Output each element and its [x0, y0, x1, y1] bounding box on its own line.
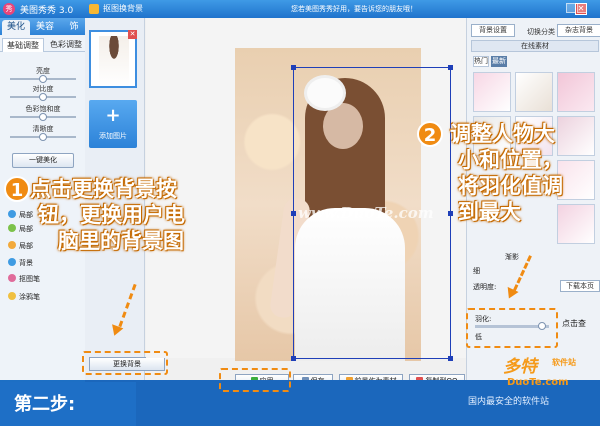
tool-doodle-pen[interactable]: 涂鸦笔: [8, 292, 40, 302]
brightness-slider[interactable]: [10, 75, 76, 83]
material-thumbnail[interactable]: [557, 204, 595, 244]
minimize-icon[interactable]: [566, 3, 576, 13]
background-settings-button[interactable]: 背景设置: [471, 24, 515, 37]
highlight-apply: [219, 368, 291, 392]
category-new[interactable]: 最新: [491, 56, 507, 67]
click-view-label: 点击查: [562, 319, 586, 328]
site-url: DuoTe.com: [507, 377, 569, 388]
material-thumbnail[interactable]: [473, 72, 511, 112]
tool-local-1-icon: [8, 210, 16, 218]
tool-local-1[interactable]: 局部: [8, 210, 33, 220]
site-logo-name: 多特: [503, 357, 537, 377]
tab-beauty[interactable]: 美容: [31, 20, 59, 35]
step2-line4: 到最大: [458, 200, 521, 224]
step2-line2: 小和位置，: [458, 148, 563, 172]
material-thumbnail[interactable]: [515, 72, 553, 112]
tool-cutout-pen[interactable]: 抠图笔: [8, 274, 40, 284]
main-tabs: 美化 美容 饰: [0, 18, 86, 35]
tab-beautify[interactable]: 美化: [2, 20, 30, 35]
site-logo-sub: 软件站: [552, 358, 576, 367]
tab-online-materials[interactable]: 在线素材: [471, 40, 599, 52]
tool-doodle-pen-icon: [8, 292, 16, 300]
step1-line2: 钮，更换用户电: [38, 203, 185, 227]
step1-line3: 脑里的背景图: [58, 229, 184, 253]
contrast-slider[interactable]: [10, 93, 76, 101]
watermark: www.DuoTe.com: [298, 204, 434, 222]
resize-handle[interactable]: [291, 211, 296, 216]
tool-cutout-pen-icon: [8, 274, 16, 282]
tab-color-adjust[interactable]: 色彩调整: [46, 38, 86, 52]
opacity-label: 透明度:: [473, 283, 497, 291]
resize-handle[interactable]: [291, 356, 296, 361]
saturation-knob[interactable]: [39, 113, 47, 121]
highlight-replace-background: [82, 351, 168, 375]
tab-basic-adjust[interactable]: 基础调整: [2, 38, 44, 52]
app-title: 美图秀秀 3.0: [20, 6, 74, 16]
tool-local-3[interactable]: 局部: [8, 241, 33, 251]
dialog-title: 抠图换背景: [103, 4, 143, 13]
tool-local-2-icon: [8, 224, 16, 232]
thumbnail-close-icon[interactable]: ✕: [128, 30, 137, 39]
tool-local-3-icon: [8, 241, 16, 249]
sub-tabs: 基础调整 色彩调整: [0, 38, 86, 52]
canvas-area: www.DuoTe.com: [146, 18, 466, 361]
add-image-label: 添加图片: [99, 132, 127, 140]
resize-handle[interactable]: [291, 65, 296, 70]
tool-local-2[interactable]: 局部: [8, 224, 33, 234]
step-label: 第二步:: [14, 394, 76, 415]
tab-decoration[interactable]: 饰: [60, 20, 88, 35]
plus-icon: +: [105, 105, 121, 126]
step1-line1: 点击更换背景按: [30, 177, 177, 201]
dialog-app-icon: [89, 4, 99, 14]
step2-line3: 将羽化值调: [458, 174, 563, 198]
material-thumbnail[interactable]: [557, 72, 595, 112]
app-logo-icon: 秀: [3, 3, 15, 15]
add-image-button[interactable]: + 添加图片: [89, 100, 137, 148]
sharpness-knob[interactable]: [39, 133, 47, 141]
one-key-beautify-button[interactable]: 一键美化: [12, 153, 74, 168]
fade-label: 渐影: [505, 253, 519, 261]
maximize-icon[interactable]: [577, 3, 587, 13]
contrast-knob[interactable]: [39, 93, 47, 101]
highlight-feather: [466, 308, 558, 348]
thin-label: 细: [473, 267, 480, 275]
resize-handle[interactable]: [448, 65, 453, 70]
step1-badge: 1: [4, 176, 30, 202]
tool-background-icon: [8, 258, 16, 266]
step2-badge: 2: [417, 121, 443, 147]
resize-handle[interactable]: [448, 356, 453, 361]
tool-background[interactable]: 背景: [8, 258, 33, 268]
sharpness-slider[interactable]: [10, 133, 76, 141]
switch-category-label: 切换分类: [527, 28, 555, 36]
download-page-button[interactable]: 下载本页: [560, 280, 600, 292]
dialog-titlebar: 抠图换背景 您若美图秀秀好用，要告诉您的朋友哦！ ✕: [85, 0, 600, 18]
category-hot[interactable]: 热门: [473, 56, 489, 67]
window-controls: [565, 3, 587, 16]
resize-handle[interactable]: [448, 211, 453, 216]
saturation-slider[interactable]: [10, 113, 76, 121]
thumbnail-image: [99, 36, 129, 86]
site-tagline: 国内最安全的软件站: [468, 397, 550, 407]
brightness-knob[interactable]: [39, 75, 47, 83]
step2-line1: 调整人物大: [450, 122, 555, 146]
dialog-promo-text: 您若美图秀秀好用，要告诉您的朋友哦！: [291, 5, 417, 13]
category-select[interactable]: 杂志背景: [557, 24, 600, 37]
